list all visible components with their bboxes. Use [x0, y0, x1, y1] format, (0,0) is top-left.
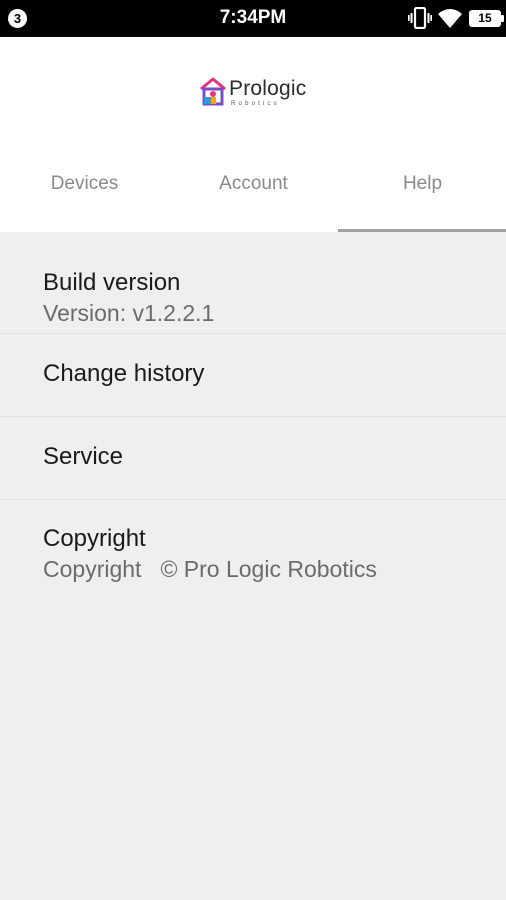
tab-account-label: Account: [219, 173, 288, 194]
vibrate-icon: [408, 7, 432, 29]
help-list: Build version Version: v1.2.2.1 Change h…: [0, 232, 506, 585]
prologic-logo: Prologic Robotics: [199, 75, 309, 109]
tab-bar: Devices Account Help: [0, 169, 506, 232]
change-history-title: Change history: [43, 360, 205, 387]
tab-help-label: Help: [402, 173, 443, 194]
house-logo-icon: [200, 77, 226, 106]
wifi-icon: [438, 9, 462, 28]
build-version-item[interactable]: Build version Version: v1.2.2.1: [0, 232, 506, 334]
copyright-title: Copyright: [43, 525, 146, 552]
service-item[interactable]: Service: [0, 417, 506, 500]
status-bar: 3 7:34PM 15: [0, 0, 506, 37]
logo-wordmark: Prologic: [229, 77, 307, 100]
app-header: Prologic Robotics Devices Account Help: [0, 37, 506, 232]
copyright-label: Copyright: [43, 556, 142, 582]
build-version-value: Version: v1.2.2.1: [43, 300, 215, 326]
tab-account[interactable]: Account: [169, 169, 338, 232]
logo-subtext: Robotics: [231, 101, 280, 107]
tab-devices[interactable]: Devices: [0, 169, 169, 232]
tab-help[interactable]: Help: [338, 169, 506, 232]
change-history-item[interactable]: Change history: [0, 334, 506, 417]
copyright-value: © Pro Logic Robotics: [160, 556, 377, 582]
tab-devices-label: Devices: [50, 173, 119, 194]
copyright-text: Copyright © Pro Logic Robotics: [43, 554, 506, 585]
copyright-item[interactable]: Copyright Copyright © Pro Logic Robotics: [0, 500, 506, 585]
battery-icon: 15: [469, 10, 504, 27]
build-version-title: Build version: [43, 269, 181, 296]
service-title: Service: [43, 443, 124, 470]
